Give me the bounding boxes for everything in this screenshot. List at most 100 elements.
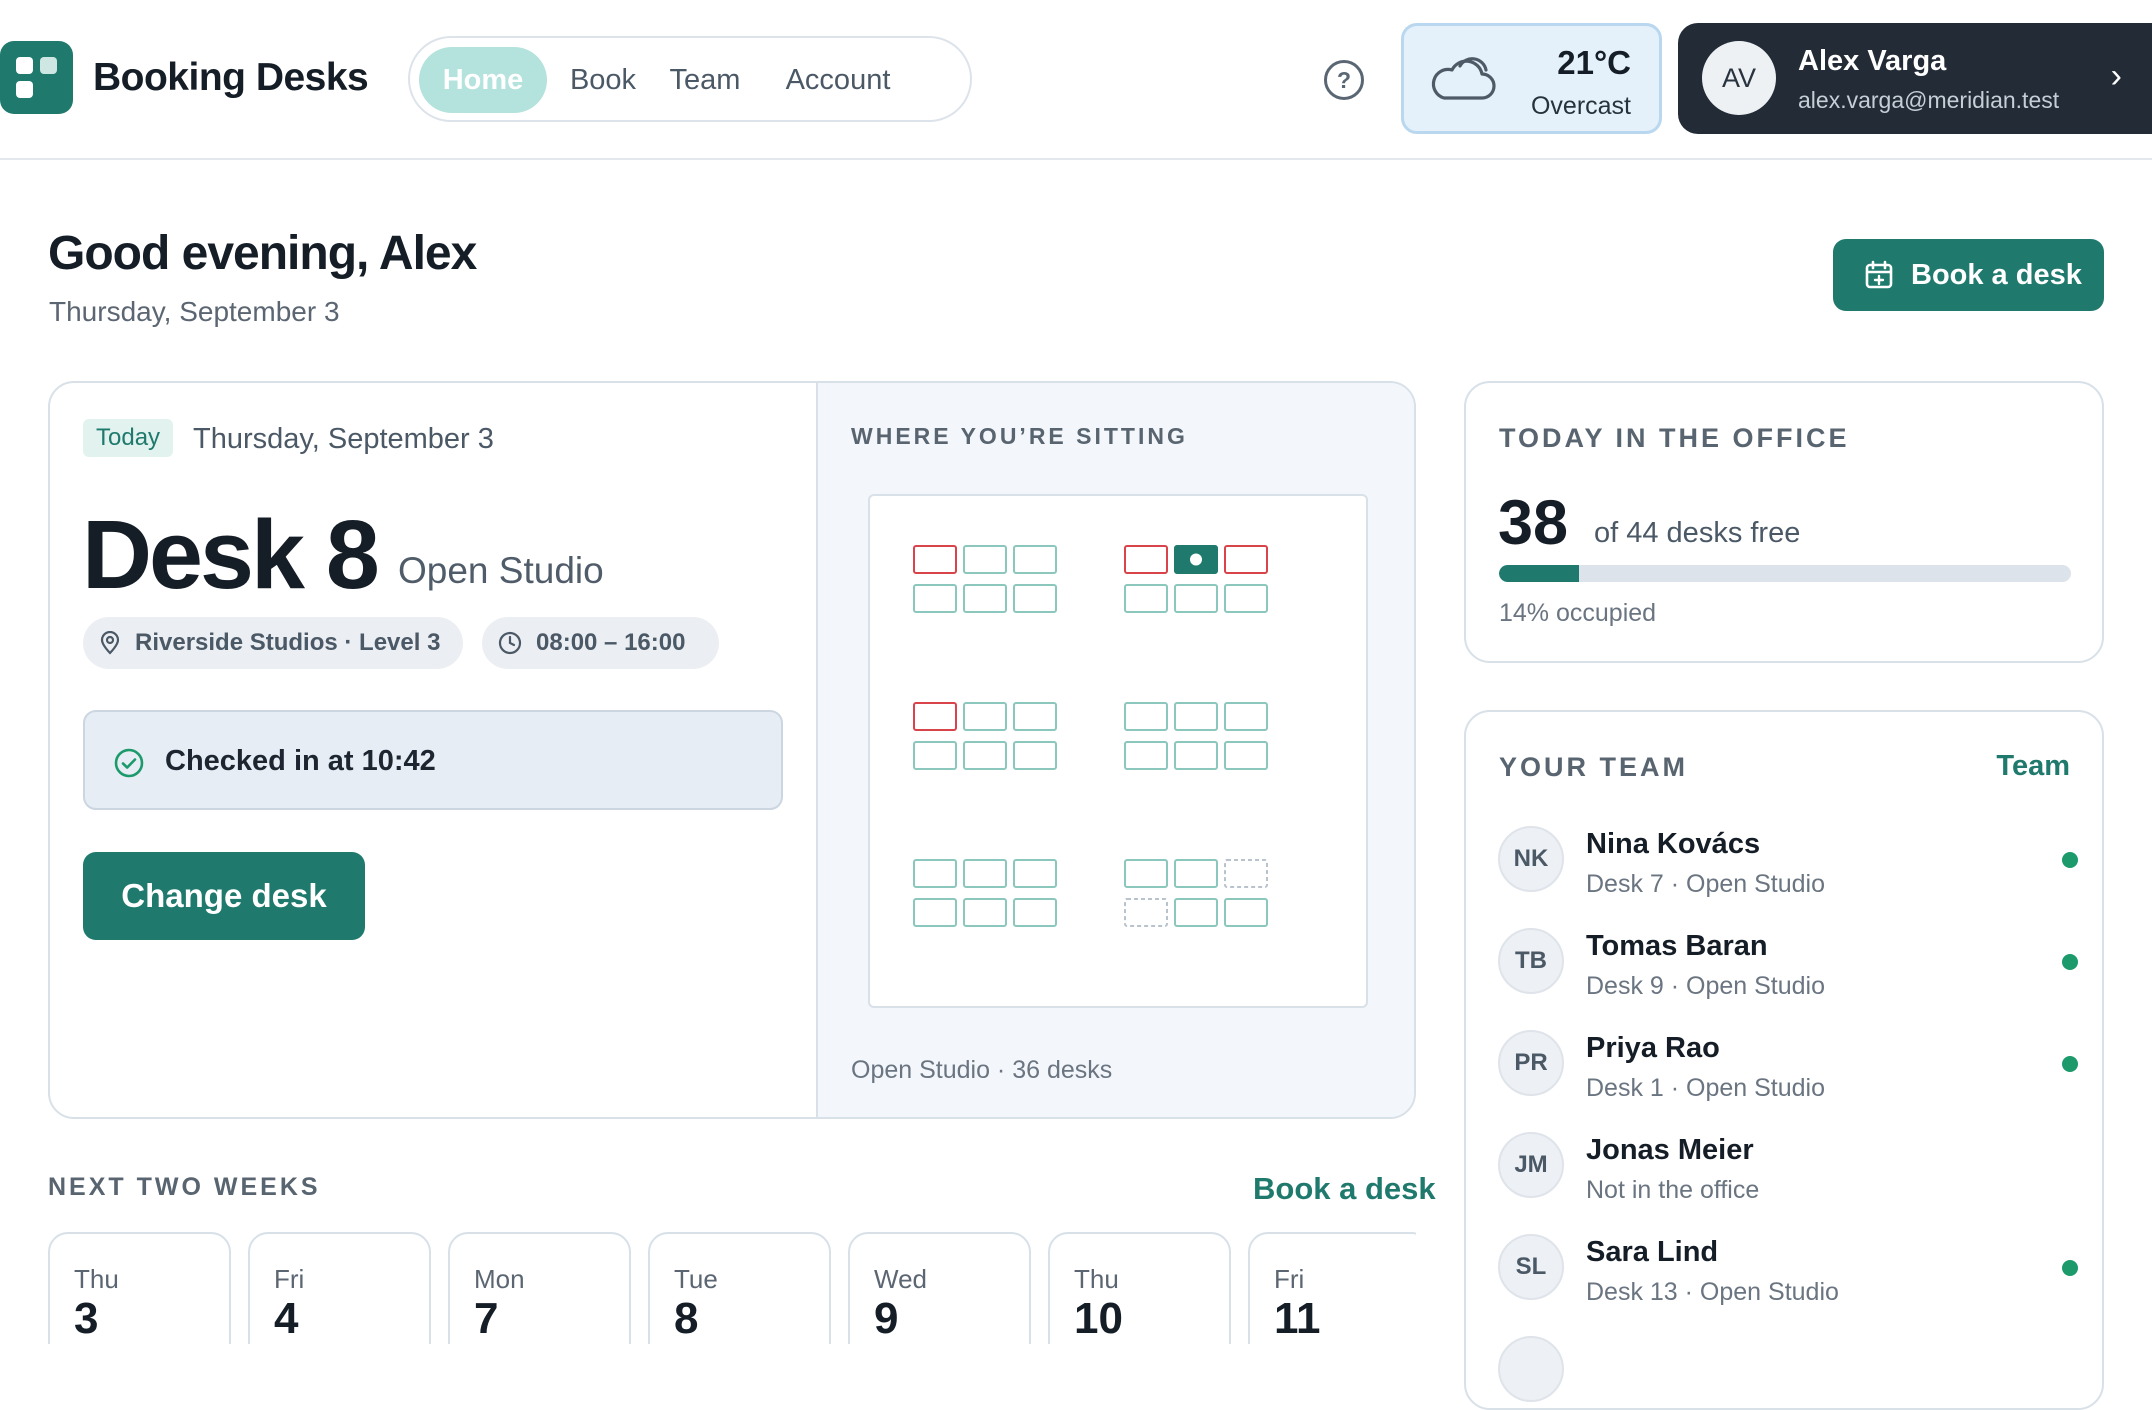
team-member[interactable] xyxy=(1498,1328,2078,1408)
desk-free[interactable] xyxy=(913,741,957,770)
desk-free[interactable] xyxy=(1124,741,1168,770)
day-number: 3 xyxy=(74,1294,99,1343)
app-name: Booking Desks xyxy=(93,56,369,99)
desk-number: Desk 8 xyxy=(82,500,380,609)
desk-free[interactable] xyxy=(963,545,1007,574)
day-card[interactable]: Mon 7 xyxy=(448,1232,631,1344)
team-link[interactable]: Team xyxy=(1996,750,2070,783)
nav-team[interactable]: Team xyxy=(660,47,750,113)
desk-free[interactable] xyxy=(1174,898,1218,927)
clock-icon xyxy=(498,631,522,655)
desk-free[interactable] xyxy=(1013,702,1057,731)
desk-free[interactable] xyxy=(963,702,1007,731)
present-dot-icon xyxy=(2062,852,2078,868)
avatar: AV xyxy=(1702,41,1776,115)
member-name: Tomas Baran xyxy=(1586,930,1768,962)
desk-free[interactable] xyxy=(1013,545,1057,574)
booking-date: Thursday, September 3 xyxy=(193,423,494,455)
day-card[interactable]: Thu 10 xyxy=(1048,1232,1231,1344)
desk-free[interactable] xyxy=(1224,584,1268,613)
desk-free[interactable] xyxy=(1174,741,1218,770)
desk-free[interactable] xyxy=(1174,859,1218,888)
nav-home[interactable]: Home xyxy=(419,47,547,113)
desk-free[interactable] xyxy=(1224,898,1268,927)
desk-free[interactable] xyxy=(1124,584,1168,613)
day-card[interactable]: Fri 4 xyxy=(248,1232,431,1344)
day-number: 9 xyxy=(874,1294,899,1343)
top-bar: Booking Desks Home Book Team Account ? 2… xyxy=(0,0,2152,160)
day-number: 4 xyxy=(274,1294,299,1343)
member-desk: Desk 1 · Open Studio xyxy=(1586,1074,1826,1102)
user-menu[interactable]: AV Alex Varga alex.varga@meridian.test › xyxy=(1678,23,2152,134)
present-dot-icon xyxy=(2062,1056,2078,1072)
desk-free[interactable] xyxy=(1013,741,1057,770)
desk-free[interactable] xyxy=(1174,702,1218,731)
day-number: 10 xyxy=(1074,1294,1123,1343)
desk-occupied xyxy=(913,545,957,574)
team-member[interactable]: JM Jonas Meier Not in the office xyxy=(1498,1124,2078,1216)
desk-free[interactable] xyxy=(1224,702,1268,731)
day-name: Fri xyxy=(274,1264,305,1294)
day-name: Mon xyxy=(474,1264,525,1294)
help-icon[interactable]: ? xyxy=(1324,60,1364,100)
desk-free[interactable] xyxy=(1174,584,1218,613)
time-chip: 08:00 – 16:00 xyxy=(482,617,719,669)
member-name: Sara Lind xyxy=(1586,1236,1719,1268)
team-label: YOUR TEAM xyxy=(1499,752,1688,782)
team-member[interactable]: NK Nina Kovács Desk 7 · Open Studio xyxy=(1498,818,2078,910)
booking-card: Today Thursday, September 3 Desk 8 Open … xyxy=(48,381,1416,1119)
nav-book[interactable]: Book xyxy=(563,47,643,113)
team-member[interactable]: PR Priya Rao Desk 1 · Open Studio xyxy=(1498,1022,2078,1114)
desk-zone: Open Studio xyxy=(398,550,604,591)
team-member[interactable]: SL Sara Lind Desk 13 · Open Studio xyxy=(1498,1226,2078,1318)
day-name: Wed xyxy=(874,1264,927,1294)
location-pin-icon xyxy=(100,631,120,655)
app-logo[interactable] xyxy=(0,41,73,114)
desk-free[interactable] xyxy=(913,859,957,888)
desk-free[interactable] xyxy=(963,741,1007,770)
floorplan-svg xyxy=(913,545,1268,927)
change-desk-button[interactable]: Change desk xyxy=(83,852,365,940)
desk-free[interactable] xyxy=(1013,859,1057,888)
day-number: 7 xyxy=(474,1294,499,1343)
desk-free[interactable] xyxy=(1124,859,1168,888)
user-name: Alex Varga xyxy=(1798,45,1947,77)
day-name: Thu xyxy=(1074,1264,1119,1294)
member-desk: Desk 9 · Open Studio xyxy=(1586,972,1826,1000)
member-desk: Not in the office xyxy=(1586,1176,1760,1204)
team-member[interactable]: TB Tomas Baran Desk 9 · Open Studio xyxy=(1498,920,2078,1012)
member-name: Jonas Meier xyxy=(1586,1134,1754,1166)
desk-unavailable xyxy=(1224,859,1268,888)
weather-temp: 21°C xyxy=(1557,44,1631,81)
next-weeks-book-link[interactable]: Book a desk xyxy=(1253,1171,1436,1207)
floorplan-map xyxy=(868,494,1368,1008)
desk-free[interactable] xyxy=(963,584,1007,613)
present-dot-icon xyxy=(2062,954,2078,970)
day-card[interactable]: Tue 8 xyxy=(648,1232,831,1344)
day-card[interactable]: Thu 3 xyxy=(48,1232,231,1344)
desk-free[interactable] xyxy=(913,898,957,927)
team-card: YOUR TEAM Team NK Nina Kovács Desk 7 · O… xyxy=(1464,710,2104,1410)
present-dot-icon xyxy=(2062,1260,2078,1276)
desk-occupied xyxy=(1124,545,1168,574)
book-desk-button[interactable]: Book a desk xyxy=(1833,239,2104,311)
next-weeks-label: NEXT TWO WEEKS xyxy=(48,1173,321,1201)
member-name: Priya Rao xyxy=(1586,1032,1720,1064)
desk-free[interactable] xyxy=(963,898,1007,927)
chevron-right-icon: › xyxy=(2110,57,2122,95)
desk-free[interactable] xyxy=(1224,741,1268,770)
user-email: alex.varga@meridian.test xyxy=(1798,87,2060,113)
desk-free[interactable] xyxy=(1013,898,1057,927)
checkin-text: Checked in at 10:42 xyxy=(165,745,436,777)
booking-details: Today Thursday, September 3 Desk 8 Open … xyxy=(50,383,816,1117)
desk-free[interactable] xyxy=(1124,702,1168,731)
book-desk-label: Book a desk xyxy=(1911,259,2082,291)
day-card[interactable]: Fri 11 xyxy=(1248,1232,1416,1344)
desk-occupied xyxy=(913,702,957,731)
desk-free[interactable] xyxy=(963,859,1007,888)
nav-account[interactable]: Account xyxy=(768,47,908,113)
desk-free[interactable] xyxy=(1013,584,1057,613)
desk-free[interactable] xyxy=(913,584,957,613)
free-desks-text: of 44 desks free xyxy=(1594,517,1801,549)
day-card[interactable]: Wed 9 xyxy=(848,1232,1031,1344)
